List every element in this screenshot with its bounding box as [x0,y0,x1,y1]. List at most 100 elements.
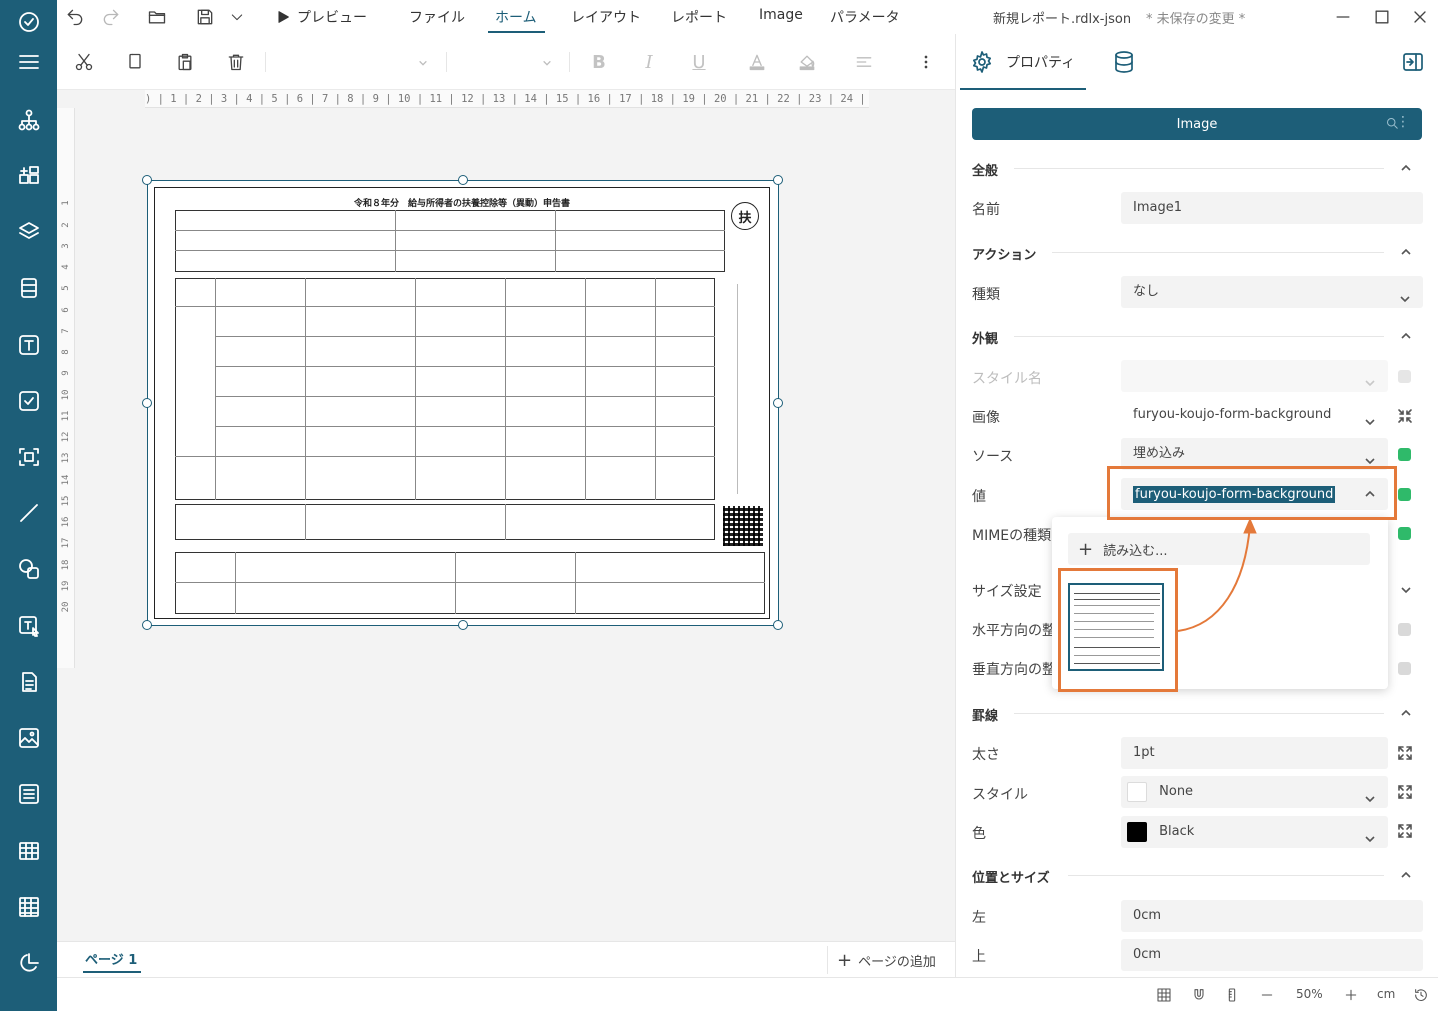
tool-textbox-button[interactable] [0,323,57,367]
menu-layout[interactable]: レイアウト [571,7,641,27]
tab-properties[interactable]: プロパティ [970,50,1075,74]
report-explorer-button[interactable] [0,98,57,142]
tool-chart-button[interactable] [0,941,57,985]
more-vertical-icon [924,55,928,69]
font-family-dropdown[interactable] [418,56,428,66]
panel-collapse-icon [1403,53,1423,71]
border-color-select[interactable]: Black [1121,816,1388,848]
history-button[interactable] [1412,986,1430,1004]
zoom-level[interactable]: 50% [1296,987,1323,1001]
bold-button[interactable]: B [587,50,611,74]
grid-icon [1157,988,1171,1002]
tool-line-button[interactable] [0,491,57,535]
tool-checkbox-button[interactable] [0,379,57,423]
menu-file[interactable]: ファイル [409,7,465,27]
page-tab-1[interactable]: ページ 1 [85,949,137,968]
tool-tablix-button[interactable] [0,885,57,929]
design-canvas[interactable]: ) | 1 | 2 | 3 | 4 | 5 | 6 | 7 | 8 | 9 | … [57,90,955,941]
border-width-expand-button[interactable] [1397,745,1413,761]
maximize-button[interactable] [1370,5,1394,29]
align-button[interactable] [852,50,876,74]
more-options-icon[interactable]: ⋮ [1396,114,1410,130]
resize-handle-top-left[interactable] [142,175,152,185]
resize-handle-bottom-left[interactable] [142,620,152,630]
delete-button[interactable] [224,50,248,74]
menu-parameters[interactable]: パラメータ [830,7,900,27]
resize-handle-left[interactable] [142,398,152,408]
add-page-button[interactable]: + ページの追加 [837,951,936,970]
section-general-toggle[interactable] [1400,162,1412,174]
chevron-down-icon [1364,409,1376,426]
cut-button[interactable] [72,50,96,74]
save-options-dropdown[interactable] [229,5,245,29]
components-button[interactable] [0,154,57,198]
minimize-button[interactable] [1331,5,1355,29]
save-button[interactable] [193,5,217,29]
menu-report[interactable]: レポート [671,7,727,27]
ruler-toggle-button[interactable] [1223,986,1241,1004]
image-select[interactable]: furyou-koujo-form-background [1121,399,1388,431]
section-action-toggle[interactable] [1400,246,1412,258]
fill-color-button[interactable] [795,50,819,74]
menu-home[interactable]: ホーム [495,7,537,27]
tab-data[interactable] [1112,50,1136,74]
redo-button[interactable] [99,5,123,29]
selected-image-item[interactable]: 令和８年分 給与所得者の扶養控除等（異動）申告書 扶 [142,175,783,630]
border-width-field[interactable]: 1pt [1121,737,1388,769]
resize-handle-top[interactable] [458,175,468,185]
section-divider [1014,168,1384,169]
more-tools-button[interactable] [914,50,938,74]
resize-handle-top-right[interactable] [773,175,783,185]
copy-button[interactable] [123,50,147,74]
ruler-tick: 15 [61,495,71,507]
tool-table-button[interactable] [0,829,57,873]
tool-shape-button[interactable] [0,547,57,591]
tool-image-button[interactable] [0,716,57,760]
image-expand-button[interactable] [1397,408,1413,424]
unit-selector[interactable]: cm [1377,987,1395,1001]
left-field[interactable]: 0cm [1121,900,1423,932]
border-style-expand-button[interactable] [1397,784,1413,800]
size-mode-dropdown[interactable] [1400,584,1412,596]
tool-list-button[interactable] [0,772,57,816]
section-appearance-toggle[interactable] [1400,330,1412,342]
italic-button[interactable]: I [637,50,661,74]
tool-barcode-button[interactable] [0,435,57,479]
layers-button[interactable] [0,210,57,254]
top-field[interactable]: 0cm [1121,939,1423,971]
section-position-toggle[interactable] [1400,869,1412,881]
zoom-out-button[interactable] [1258,986,1276,1004]
label-v-align: 垂直方向の整 [972,662,1056,678]
grid-toggle-button[interactable] [1155,986,1173,1004]
border-style-select[interactable]: None [1121,776,1388,808]
close-button[interactable] [1408,5,1432,29]
paste-button[interactable] [173,50,197,74]
style-name-select[interactable] [1121,360,1388,392]
tool-container-button[interactable] [0,266,57,310]
action-kind-select[interactable]: なし [1121,276,1423,308]
open-button[interactable] [145,5,169,29]
thumbnail-highlight-box [1058,568,1178,692]
section-divider [1068,875,1384,876]
menu-image[interactable]: Image [759,7,803,23]
form-line [305,504,306,540]
tool-input-field-button[interactable] [0,604,57,648]
undo-button[interactable] [63,5,87,29]
border-color-expand-button[interactable] [1397,823,1413,839]
selected-object-header[interactable]: Image ⋮ [972,108,1422,140]
name-field[interactable]: Image1 [1121,192,1423,224]
section-border-toggle[interactable] [1400,707,1412,719]
font-color-button[interactable] [745,50,769,74]
snap-toggle-button[interactable] [1190,986,1208,1004]
resize-handle-bottom[interactable] [458,620,468,630]
font-size-dropdown[interactable] [542,56,552,66]
tool-richtext-button[interactable] [0,660,57,704]
zoom-in-button[interactable] [1342,986,1360,1004]
resize-handle-bottom-right[interactable] [773,620,783,630]
underline-button[interactable]: U [687,50,711,74]
collapse-panel-button[interactable] [1401,50,1425,78]
preview-button[interactable]: プレビュー [275,5,395,29]
resize-handle-right[interactable] [773,398,783,408]
hamburger-menu-button[interactable] [0,40,57,84]
app-logo[interactable] [0,0,57,44]
